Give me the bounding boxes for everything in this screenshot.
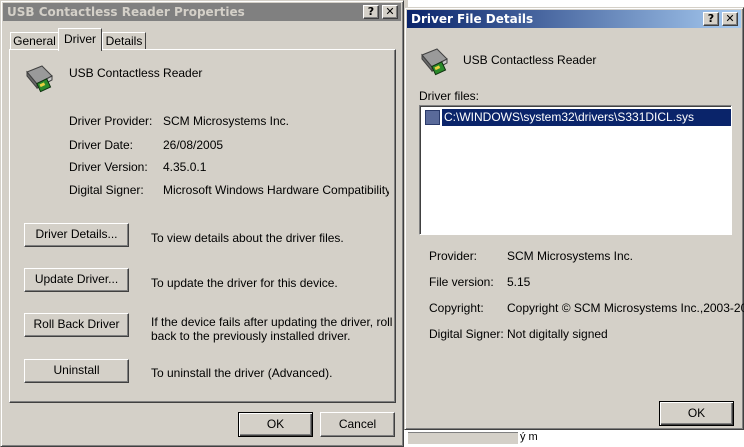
details-help-button[interactable]: ? xyxy=(703,12,719,26)
properties-ok-label: OK xyxy=(266,417,285,431)
close-button[interactable]: ✕ xyxy=(382,5,398,19)
details-label-signer: Digital Signer: xyxy=(429,327,504,341)
details-close-button[interactable]: ✕ xyxy=(722,12,738,26)
details-title: Driver File Details xyxy=(411,12,534,26)
field-value-signer: Microsoft Windows Hardware Compatibility… xyxy=(163,183,389,197)
properties-ok-button[interactable]: OK xyxy=(238,412,313,437)
driver-details-desc: To view details about the driver files. xyxy=(151,231,344,245)
field-value-version: 4.35.0.1 xyxy=(163,160,207,174)
roll-back-driver-label: Roll Back Driver xyxy=(33,317,120,331)
properties-title: USB Contactless Reader Properties xyxy=(7,5,245,19)
details-value-signer: Not digitally signed xyxy=(507,327,608,341)
field-value-date: 26/08/2005 xyxy=(163,138,224,152)
tab-driver[interactable]: Driver xyxy=(58,28,102,51)
field-label-provider: Driver Provider: xyxy=(69,114,153,128)
background-window-fragment: ý m xyxy=(404,430,744,447)
driver-file-details-window: Driver File Details ? ✕ USB Contactless … xyxy=(404,7,744,430)
smart-card-reader-icon xyxy=(26,65,53,93)
field-label-signer: Digital Signer: xyxy=(69,183,144,197)
field-value-provider: SCM Microsystems Inc. xyxy=(163,114,290,128)
driver-file-row[interactable]: C:\WINDOWS\system32\drivers\S331DICL.sys xyxy=(442,109,731,126)
details-label-copyright: Copyright: xyxy=(429,301,484,315)
close-icon: ✕ xyxy=(385,5,395,18)
details-device-name: USB Contactless Reader xyxy=(463,53,597,67)
roll-back-desc-line2: back to the previously installed driver. xyxy=(151,329,351,343)
update-driver-label: Update Driver... xyxy=(34,272,119,286)
driver-files-label: Driver files: xyxy=(419,89,480,103)
help-button[interactable]: ? xyxy=(363,5,379,19)
details-value-file-version: 5.15 xyxy=(507,275,531,289)
details-value-copyright: Copyright © SCM Microsystems Inc.,2003-2… xyxy=(507,301,744,315)
uninstall-desc: To uninstall the driver (Advanced). xyxy=(151,366,333,380)
details-ok-button[interactable]: OK xyxy=(659,401,734,426)
roll-back-desc-line1: If the device fails after updating the d… xyxy=(151,315,393,329)
properties-cancel-button[interactable]: Cancel xyxy=(320,412,395,437)
tab-driver-label: Driver xyxy=(64,32,96,46)
details-label-file-version: File version: xyxy=(429,275,494,289)
properties-titlebar[interactable]: USB Contactless Reader Properties ? ✕ xyxy=(3,3,401,21)
device-name: USB Contactless Reader xyxy=(69,66,203,80)
driver-files-list[interactable]: C:\WINDOWS\system32\drivers\S331DICL.sys xyxy=(419,105,732,235)
details-ok-label: OK xyxy=(687,406,706,420)
properties-window: USB Contactless Reader Properties ? ✕ Ge… xyxy=(0,0,404,447)
tab-details[interactable]: Details xyxy=(102,32,146,49)
tab-details-label: Details xyxy=(105,34,143,48)
update-driver-desc: To update the driver for this device. xyxy=(151,276,338,290)
background-fragment-text: ý m xyxy=(520,431,538,443)
details-value-provider: SCM Microsystems Inc. xyxy=(507,249,634,263)
field-label-version: Driver Version: xyxy=(69,160,148,174)
uninstall-button[interactable]: Uninstall xyxy=(24,359,129,383)
file-icon xyxy=(425,110,440,125)
driver-details-label: Driver Details... xyxy=(35,227,118,241)
tab-general-label: General xyxy=(13,34,56,48)
update-driver-button[interactable]: Update Driver... xyxy=(24,268,129,292)
details-label-provider: Provider: xyxy=(429,249,478,263)
driver-tab-panel: USB Contactless Reader Driver Provider: … xyxy=(9,49,396,403)
background-fragment-bar xyxy=(408,432,518,444)
roll-back-driver-button[interactable]: Roll Back Driver xyxy=(24,313,129,337)
driver-details-button[interactable]: Driver Details... xyxy=(24,223,129,247)
smart-card-reader-icon xyxy=(421,48,448,76)
details-titlebar[interactable]: Driver File Details ? ✕ xyxy=(407,10,741,28)
field-label-date: Driver Date: xyxy=(69,138,134,152)
tab-general[interactable]: General xyxy=(10,32,59,49)
properties-cancel-label: Cancel xyxy=(338,417,377,431)
close-icon: ✕ xyxy=(725,12,735,25)
driver-file-path: C:\WINDOWS\system32\drivers\S331DICL.sys xyxy=(444,110,695,124)
uninstall-label: Uninstall xyxy=(53,363,100,377)
